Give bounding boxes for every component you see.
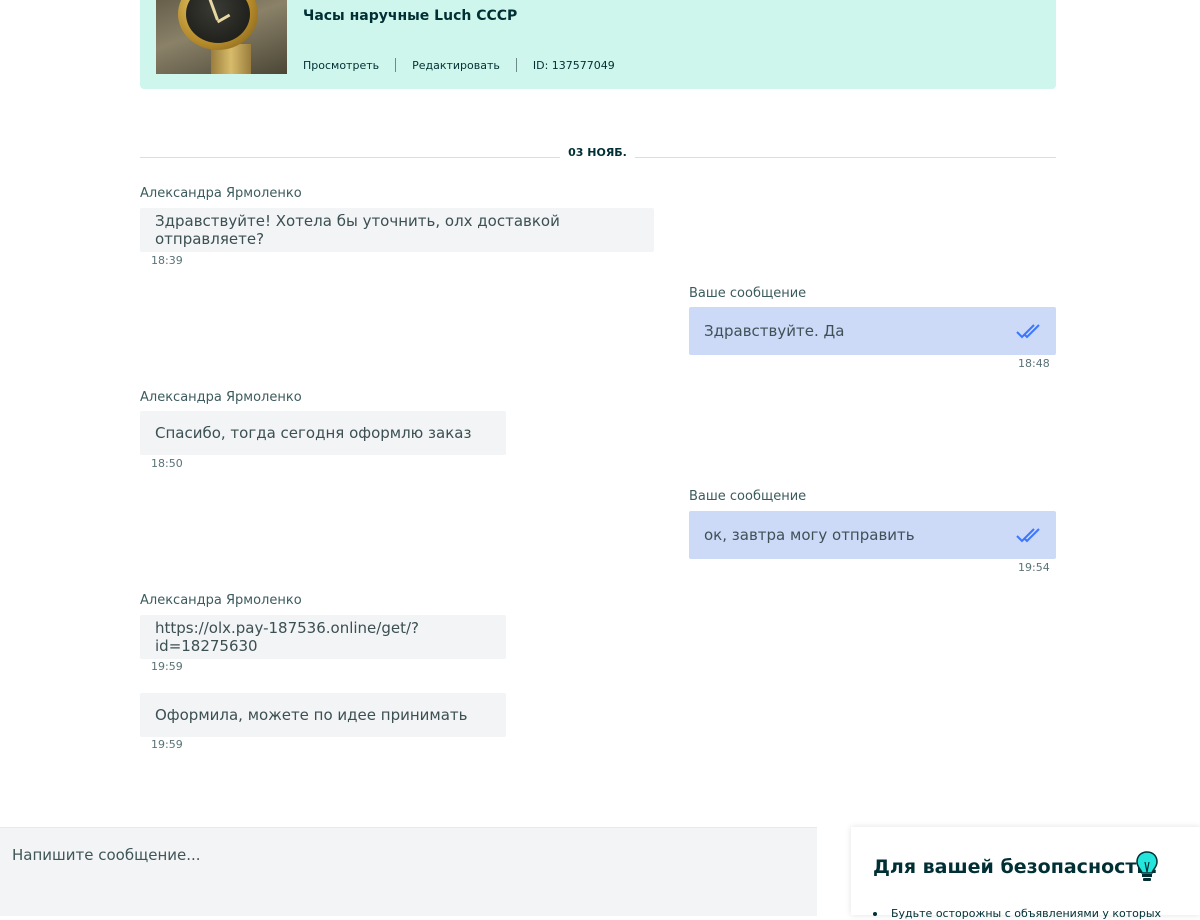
message-time: 18:39 (151, 254, 183, 267)
message-text: Здравствуйте. Да (704, 322, 845, 340)
message-time: 19:59 (151, 660, 183, 673)
incoming-message: Оформила, можете по идее принимать (140, 693, 506, 737)
outgoing-message: Здравствуйте. Да (689, 307, 1056, 355)
listing-actions: Просмотреть Редактировать ID: 137577049 (303, 58, 615, 72)
message-sender: Александра Ярмоленко (140, 390, 302, 405)
double-check-icon (1016, 528, 1040, 543)
message-sender: Александра Ярмоленко (140, 593, 302, 608)
incoming-message: Здравствуйте! Хотела бы уточнить, олх до… (140, 208, 654, 252)
divider (395, 58, 397, 72)
message-sender: Александра Ярмоленко (140, 186, 302, 201)
listing-thumbnail[interactable] (156, 0, 287, 74)
message-time: 19:59 (151, 738, 183, 751)
message-text: ок, завтра могу отправить (704, 526, 915, 544)
listing-id: ID: 137577049 (532, 58, 615, 72)
message-time: 18:50 (151, 457, 183, 470)
incoming-message-link[interactable]: https://olx.pay-187536.online/get/?id=18… (140, 615, 506, 659)
safety-panel: Для вашей безопасности! Будьте осторожны… (851, 827, 1200, 920)
message-input-placeholder[interactable]: Напишите сообщение... (12, 846, 201, 864)
view-listing-link[interactable]: Просмотреть (303, 59, 379, 72)
divider (515, 58, 517, 72)
safety-title: Для вашей безопасности! (873, 856, 1159, 878)
message-composer[interactable]: Напишите сообщение... (0, 827, 817, 916)
message-sender: Ваше сообщение (689, 489, 807, 504)
message-sender: Ваше сообщение (689, 286, 807, 301)
lightbulb-icon (1136, 851, 1158, 881)
double-check-icon (1016, 324, 1040, 339)
date-divider-label: 03 НОЯБ. (0, 146, 1200, 159)
message-time: 19:54 (1018, 561, 1050, 574)
outgoing-message: ок, завтра могу отправить (689, 511, 1056, 559)
incoming-message: Спасибо, тогда сегодня оформлю заказ (140, 411, 506, 455)
edit-listing-link[interactable]: Редактировать (412, 59, 500, 72)
listing-title[interactable]: Часы наручные Luch СССР (303, 8, 517, 24)
listing-card: Часы наручные Luch СССР Просмотреть Реда… (140, 0, 1056, 89)
message-time: 18:48 (1018, 357, 1050, 370)
safety-tip: Будьте осторожны с объявлениями у которы… (873, 907, 1161, 920)
